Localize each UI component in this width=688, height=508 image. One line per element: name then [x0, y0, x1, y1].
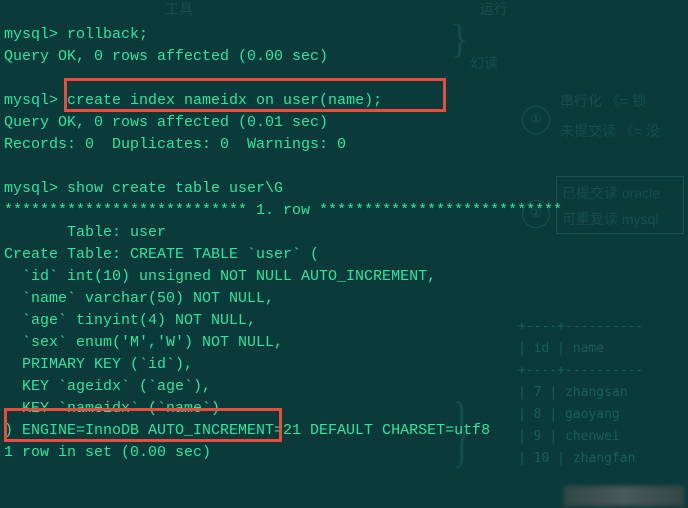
output-line: Create Table: CREATE TABLE `user` ( [4, 246, 319, 263]
mysql-prompt: mysql> [4, 180, 58, 197]
cmd-create-index: create index nameidx on user(name); [58, 92, 382, 109]
row-separator: *************************** 1. row *****… [4, 202, 562, 219]
output-line: `id` int(10) unsigned NOT NULL AUTO_INCR… [4, 268, 436, 285]
cmd-rollback: rollback; [58, 26, 148, 43]
output-line: 1 row in set (0.00 sec) [4, 444, 211, 461]
output-line: Records: 0 Duplicates: 0 Warnings: 0 [4, 136, 346, 153]
output-line: `name` varchar(50) NOT NULL, [4, 290, 274, 307]
terminal[interactable]: mysql> rollback; Query OK, 0 rows affect… [0, 0, 688, 508]
output-line: KEY `ageidx` (`age`), [4, 378, 211, 395]
mysql-prompt: mysql> [4, 26, 58, 43]
output-line: `age` tinyint(4) NOT NULL, [4, 312, 256, 329]
cmd-show-create: show create table user\G [58, 180, 283, 197]
output-line: KEY `nameidx` (`name`) [4, 400, 220, 417]
mysql-prompt: mysql> [4, 92, 58, 109]
output-line: `sex` enum('M','W') NOT NULL, [4, 334, 283, 351]
blur-overlay [564, 486, 684, 506]
output-line: PRIMARY KEY (`id`), [4, 356, 193, 373]
output-line: ) ENGINE=InnoDB AUTO_INCREMENT=21 DEFAUL… [4, 422, 490, 439]
output-line: Table: user [4, 224, 166, 241]
output-line: Query OK, 0 rows affected (0.00 sec) [4, 48, 328, 65]
output-line: Query OK, 0 rows affected (0.01 sec) [4, 114, 328, 131]
